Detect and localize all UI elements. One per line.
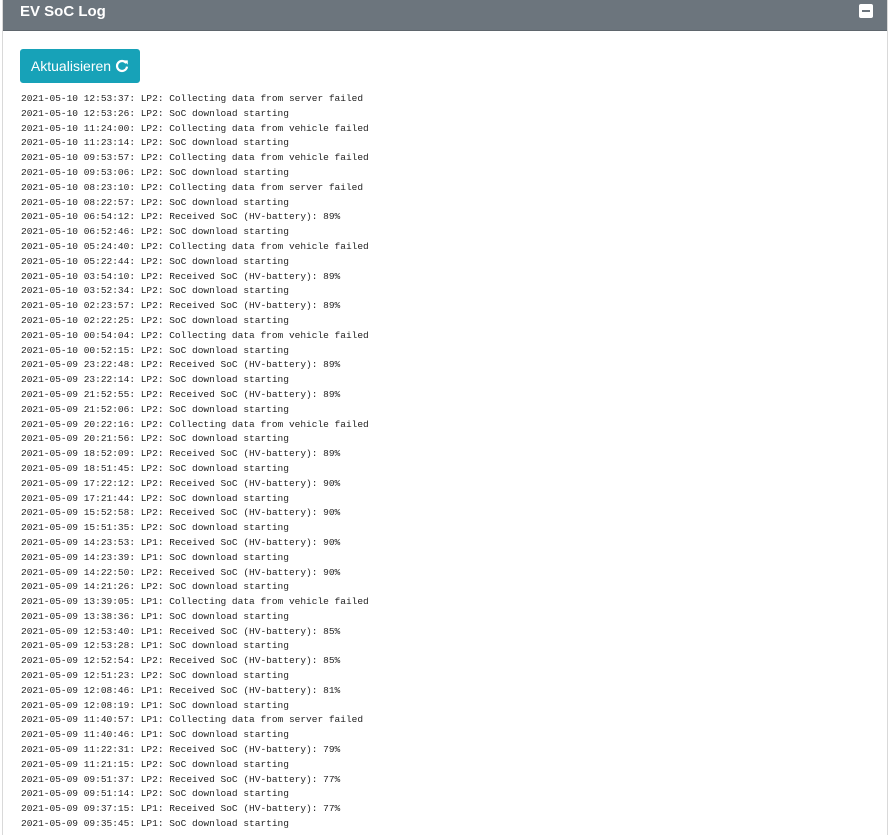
refresh-icon [116, 59, 129, 73]
log-line: 2021-05-10 12:53:26: LP2: SoC download s… [21, 107, 289, 119]
refresh-button-label: Aktualisieren [30, 58, 112, 74]
log-line: 2021-05-09 12:53:40: LP1: Received SoC (… [21, 625, 341, 637]
log-line: 2021-05-09 18:51:45: LP2: SoC download s… [21, 462, 289, 474]
log-line: 2021-05-09 21:52:06: LP2: SoC download s… [21, 403, 289, 415]
log-line: 2021-05-09 17:22:12: LP2: Received SoC (… [21, 477, 341, 489]
log-line: 2021-05-09 17:21:44: LP2: SoC download s… [21, 492, 289, 504]
log-line: 2021-05-09 12:52:54: LP2: Received SoC (… [21, 655, 341, 667]
card-title: EV SoC Log [20, 3, 106, 20]
log-line: 2021-05-09 21:52:55: LP2: Received SoC (… [21, 388, 341, 400]
log-line: 2021-05-09 14:22:50: LP2: Received SoC (… [21, 566, 341, 578]
log-line: 2021-05-09 11:40:46: LP1: SoC download s… [21, 729, 289, 741]
log-line: 2021-05-10 02:23:57: LP2: Received SoC (… [21, 300, 341, 312]
minus-square-icon [862, 10, 870, 12]
log-line: 2021-05-10 11:24:00: LP2: Collecting dat… [21, 122, 369, 134]
log-line: 2021-05-09 11:40:57: LP1: Collecting dat… [21, 714, 364, 726]
log-line: 2021-05-10 12:53:37: LP2: Collecting dat… [21, 93, 364, 104]
log-line: 2021-05-09 12:53:28: LP1: SoC download s… [21, 640, 289, 652]
log-line: 2021-05-10 11:23:14: LP2: SoC download s… [21, 137, 289, 149]
refresh-button[interactable]: Aktualisieren [20, 49, 140, 83]
log-line: 2021-05-10 08:22:57: LP2: SoC download s… [21, 196, 289, 208]
log-line: 2021-05-10 06:52:46: LP2: SoC download s… [21, 226, 289, 238]
log-line: 2021-05-10 00:54:04: LP2: Collecting dat… [21, 329, 369, 341]
log-line: 2021-05-10 00:52:15: LP2: SoC download s… [21, 344, 289, 356]
soc-log-card: EV SoC Log Aktualisieren 2021-05-10 12:5… [2, 0, 888, 835]
log-line: 2021-05-10 06:54:12: LP2: Received SoC (… [21, 211, 341, 223]
log-line: 2021-05-09 14:23:39: LP1: SoC download s… [21, 551, 289, 563]
log-line: 2021-05-10 03:52:34: LP2: SoC download s… [21, 285, 289, 297]
log-line: 2021-05-09 12:51:23: LP2: SoC download s… [21, 670, 289, 682]
collapse-button[interactable] [859, 4, 873, 18]
log-line: 2021-05-09 14:21:26: LP2: SoC download s… [21, 581, 289, 593]
log-list: 2021-05-10 12:53:37: LP2: Collecting dat… [21, 92, 369, 832]
log-line: 2021-05-10 05:22:44: LP2: SoC download s… [21, 255, 289, 267]
log-line: 2021-05-09 09:51:37: LP2: Received SoC (… [21, 773, 341, 785]
log-line: 2021-05-09 23:22:48: LP2: Received SoC (… [21, 359, 341, 371]
log-line: 2021-05-09 09:35:45: LP1: SoC download s… [21, 818, 289, 830]
log-line: 2021-05-09 23:22:14: LP2: SoC download s… [21, 374, 289, 386]
log-line: 2021-05-09 11:22:31: LP2: Received SoC (… [21, 744, 341, 756]
log-line: 2021-05-10 05:24:40: LP2: Collecting dat… [21, 240, 369, 252]
log-line: 2021-05-10 09:53:06: LP2: SoC download s… [21, 166, 289, 178]
log-line: 2021-05-10 02:22:25: LP2: SoC download s… [21, 314, 289, 326]
log-line: 2021-05-09 20:22:16: LP2: Collecting dat… [21, 418, 369, 430]
log-line: 2021-05-09 12:08:46: LP1: Received SoC (… [21, 684, 341, 696]
log-line: 2021-05-10 09:53:57: LP2: Collecting dat… [21, 152, 369, 164]
log-line: 2021-05-09 20:21:56: LP2: SoC download s… [21, 433, 289, 445]
log-line: 2021-05-09 15:52:58: LP2: Received SoC (… [21, 507, 341, 519]
log-line: 2021-05-09 18:52:09: LP2: Received SoC (… [21, 448, 341, 460]
log-line: 2021-05-09 09:51:14: LP2: SoC download s… [21, 788, 289, 800]
log-line: 2021-05-10 03:54:10: LP2: Received SoC (… [21, 270, 341, 282]
log-line: 2021-05-09 12:08:19: LP1: SoC download s… [21, 699, 289, 711]
log-line: 2021-05-09 14:23:53: LP1: Received SoC (… [21, 536, 341, 548]
log-line: 2021-05-09 11:21:15: LP2: SoC download s… [21, 758, 289, 770]
log-line: 2021-05-09 13:38:36: LP1: SoC download s… [21, 610, 289, 622]
log-line: 2021-05-10 08:23:10: LP2: Collecting dat… [21, 181, 364, 193]
log-line: 2021-05-09 15:51:35: LP2: SoC download s… [21, 522, 289, 534]
log-line: 2021-05-09 13:39:05: LP1: Collecting dat… [21, 596, 369, 608]
card-header: EV SoC Log [3, 0, 887, 31]
log-line: 2021-05-09 09:37:15: LP1: Received SoC (… [21, 803, 341, 815]
